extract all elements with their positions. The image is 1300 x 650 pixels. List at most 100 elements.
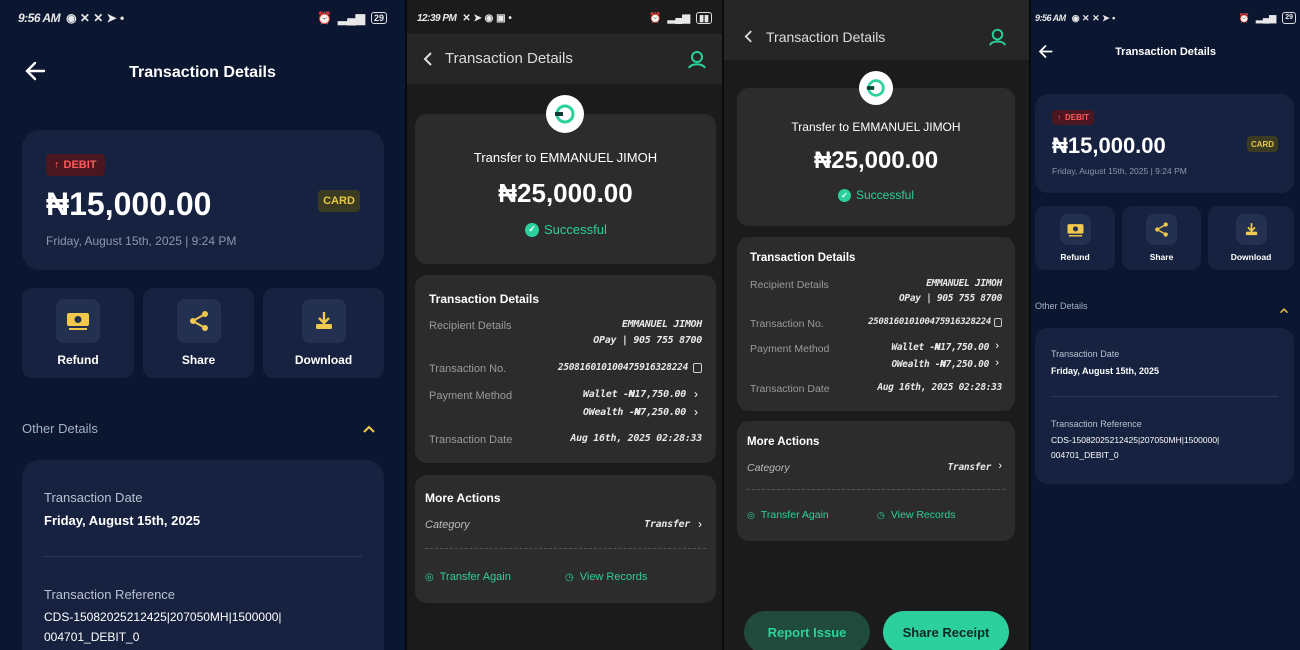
debit-badge: ↑ DEBIT <box>46 154 105 176</box>
summary-card: ↑ DEBIT ₦15,000.00 CARD Friday, August 1… <box>1035 94 1294 193</box>
chevron-right-icon: › <box>995 340 999 352</box>
amount: ₦25,000.00 <box>498 178 633 208</box>
other-details-card: Transaction Date Friday, August 15th, 20… <box>22 460 384 650</box>
records-icon: ◷ <box>565 571 574 583</box>
payment-wallet[interactable]: Wallet -₦17,750.00 <box>583 389 686 400</box>
share-button[interactable]: Share <box>143 288 254 378</box>
section-title: Transaction Details <box>429 292 540 306</box>
check-icon: ✓ <box>525 222 539 237</box>
more-actions-title: More Actions <box>425 491 501 505</box>
refund-button[interactable]: Refund <box>1035 206 1115 270</box>
refund-icon <box>1059 214 1091 245</box>
opay-logo <box>546 95 584 133</box>
chevron-right-icon: › <box>694 387 698 401</box>
transfer-again-button[interactable]: ◎ Transfer Again <box>425 571 511 583</box>
battery-icon: 29 <box>1282 12 1296 24</box>
payment-label: Payment Method <box>429 390 513 402</box>
chevron-right-icon: › <box>998 460 1002 472</box>
alarm-icon: ⏰ <box>649 12 662 24</box>
battery-icon: 29 <box>370 12 387 24</box>
reference-line2: 004701_DEBIT_0 <box>44 630 140 644</box>
signal-icon: ▂▄▆ <box>1255 12 1277 23</box>
amount: ₦15,000.00 <box>46 186 212 222</box>
chevron-up-icon[interactable] <box>1279 301 1289 319</box>
date-value: Aug 16th, 2025 02:28:33 <box>877 382 1002 393</box>
recipient-label: Recipient Details <box>429 320 512 332</box>
category-label: Category <box>425 519 470 531</box>
date-label: Transaction Date <box>44 490 143 505</box>
chevron-up-icon[interactable] <box>362 421 376 439</box>
support-icon[interactable] <box>987 26 1008 52</box>
records-icon: ◷ <box>877 509 885 520</box>
check-circle-icon: ◎ <box>747 509 755 520</box>
reference-line1: CDS-15082025212425|207050MH|1500000| <box>1051 435 1220 445</box>
page-title: Transaction Details <box>129 64 276 81</box>
telegram-icon: ◉ ✕ ✕ ➤ • <box>1071 12 1116 23</box>
summary-card: ↑ DEBIT ₦15,000.00 CARD Friday, August 1… <box>22 130 384 270</box>
screen-3: Transaction Details Transfer to EMMANUEL… <box>724 0 1029 650</box>
amount: ₦15,000.00 <box>1052 133 1166 158</box>
signal-icon: ▂▄▆ <box>338 11 365 25</box>
recipient-label: Recipient Details <box>750 279 829 291</box>
support-icon[interactable] <box>686 48 708 75</box>
opay-logo <box>859 71 893 105</box>
check-circle-icon: ◎ <box>425 571 434 583</box>
refund-button[interactable]: Refund <box>22 288 134 378</box>
transfer-card: Transfer to EMMANUEL JIMOH ₦25,000.00 ✓ … <box>415 95 716 264</box>
download-button[interactable]: Download <box>263 288 384 378</box>
telegram-icon: ◉ ✕ ✕ ➤ • <box>66 11 125 25</box>
recipient-bank: OPay | 905 755 8700 <box>899 293 1002 304</box>
view-records-button[interactable]: ◷ View Records <box>565 571 647 583</box>
category-value[interactable]: Transfer <box>948 462 992 473</box>
chevron-right-icon: › <box>698 517 702 531</box>
payment-owealth[interactable]: OWealth -₦7,250.00 <box>891 359 989 370</box>
section-title: Transaction Details <box>750 252 856 264</box>
payment-wallet[interactable]: Wallet -₦17,750.00 <box>891 342 989 353</box>
transfer-card: Transfer to EMMANUEL JIMOH ₦25,000.00 ✓ … <box>737 71 1015 226</box>
debit-badge: ↑ DEBIT <box>1052 110 1094 125</box>
copy-icon[interactable] <box>693 363 702 373</box>
alarm-icon: ⏰ <box>317 11 333 25</box>
view-records-button[interactable]: ◷ View Records <box>877 509 955 521</box>
txn-no-label: Transaction No. <box>750 318 824 330</box>
reference-line1: CDS-15082025212425|207050MH|1500000| <box>44 610 282 624</box>
other-details-header[interactable]: Other Details <box>1035 301 1088 311</box>
reference-line2: 004701_DEBIT_0 <box>1051 450 1119 460</box>
other-details-header[interactable]: Other Details <box>22 421 98 436</box>
transfer-again-button[interactable]: ◎ Transfer Again <box>747 509 829 521</box>
download-icon <box>1235 214 1267 245</box>
payment-owealth[interactable]: OWealth -₦7,250.00 <box>583 407 686 418</box>
copy-icon[interactable] <box>994 318 1002 327</box>
report-issue-button[interactable]: Report Issue <box>744 611 870 650</box>
dashed-divider <box>425 548 706 549</box>
transfer-to: Transfer to EMMANUEL JIMOH <box>473 150 658 165</box>
download-button[interactable]: Download <box>1208 206 1294 270</box>
divider <box>44 556 362 557</box>
datetime: Friday, August 15th, 2025 | 9:24 PM <box>1052 166 1187 176</box>
battery-icon: ▮▮ <box>696 12 712 24</box>
share-button[interactable]: Share <box>1122 206 1201 270</box>
more-actions-card: More Actions Category Transfer › ◎ Transf… <box>737 421 1015 541</box>
date-label: Transaction Date <box>750 383 830 395</box>
screen-1: 9:56 AM ◉ ✕ ✕ ➤ • ⏰ ▂▄▆ 29 Transaction D… <box>0 0 405 650</box>
details-card: Transaction Details Recipient Details EM… <box>415 275 716 463</box>
share-receipt-button[interactable]: Share Receipt <box>883 611 1009 650</box>
back-chevron-icon[interactable] <box>744 30 753 48</box>
page-title: Transaction Details <box>766 29 886 45</box>
payment-label: Payment Method <box>750 343 830 355</box>
date-value: Friday, August 15th, 2025 <box>44 513 201 528</box>
screen-4: 9:56 AM ◉ ✕ ✕ ➤ • ⏰ ▂▄▆ 29 Transaction D… <box>1031 0 1300 650</box>
date-label: Transaction Date <box>1051 349 1120 359</box>
date-value: Aug 16th, 2025 02:28:33 <box>570 433 702 444</box>
category-value[interactable]: Transfer <box>644 519 690 530</box>
date-label: Transaction Date <box>429 434 513 446</box>
page-title: Transaction Details <box>445 50 573 67</box>
chevron-right-icon: › <box>995 357 999 369</box>
date-value: Friday, August 15th, 2025 <box>1051 366 1160 376</box>
back-chevron-icon[interactable] <box>423 52 433 71</box>
transfer-to: Transfer to EMMANUEL JIMOH <box>791 120 961 134</box>
page-title: Transaction Details <box>1115 46 1216 58</box>
datetime: Friday, August 15th, 2025 | 9:24 PM <box>46 234 237 248</box>
chevron-right-icon: › <box>694 405 698 419</box>
card-badge: CARD <box>318 190 360 212</box>
